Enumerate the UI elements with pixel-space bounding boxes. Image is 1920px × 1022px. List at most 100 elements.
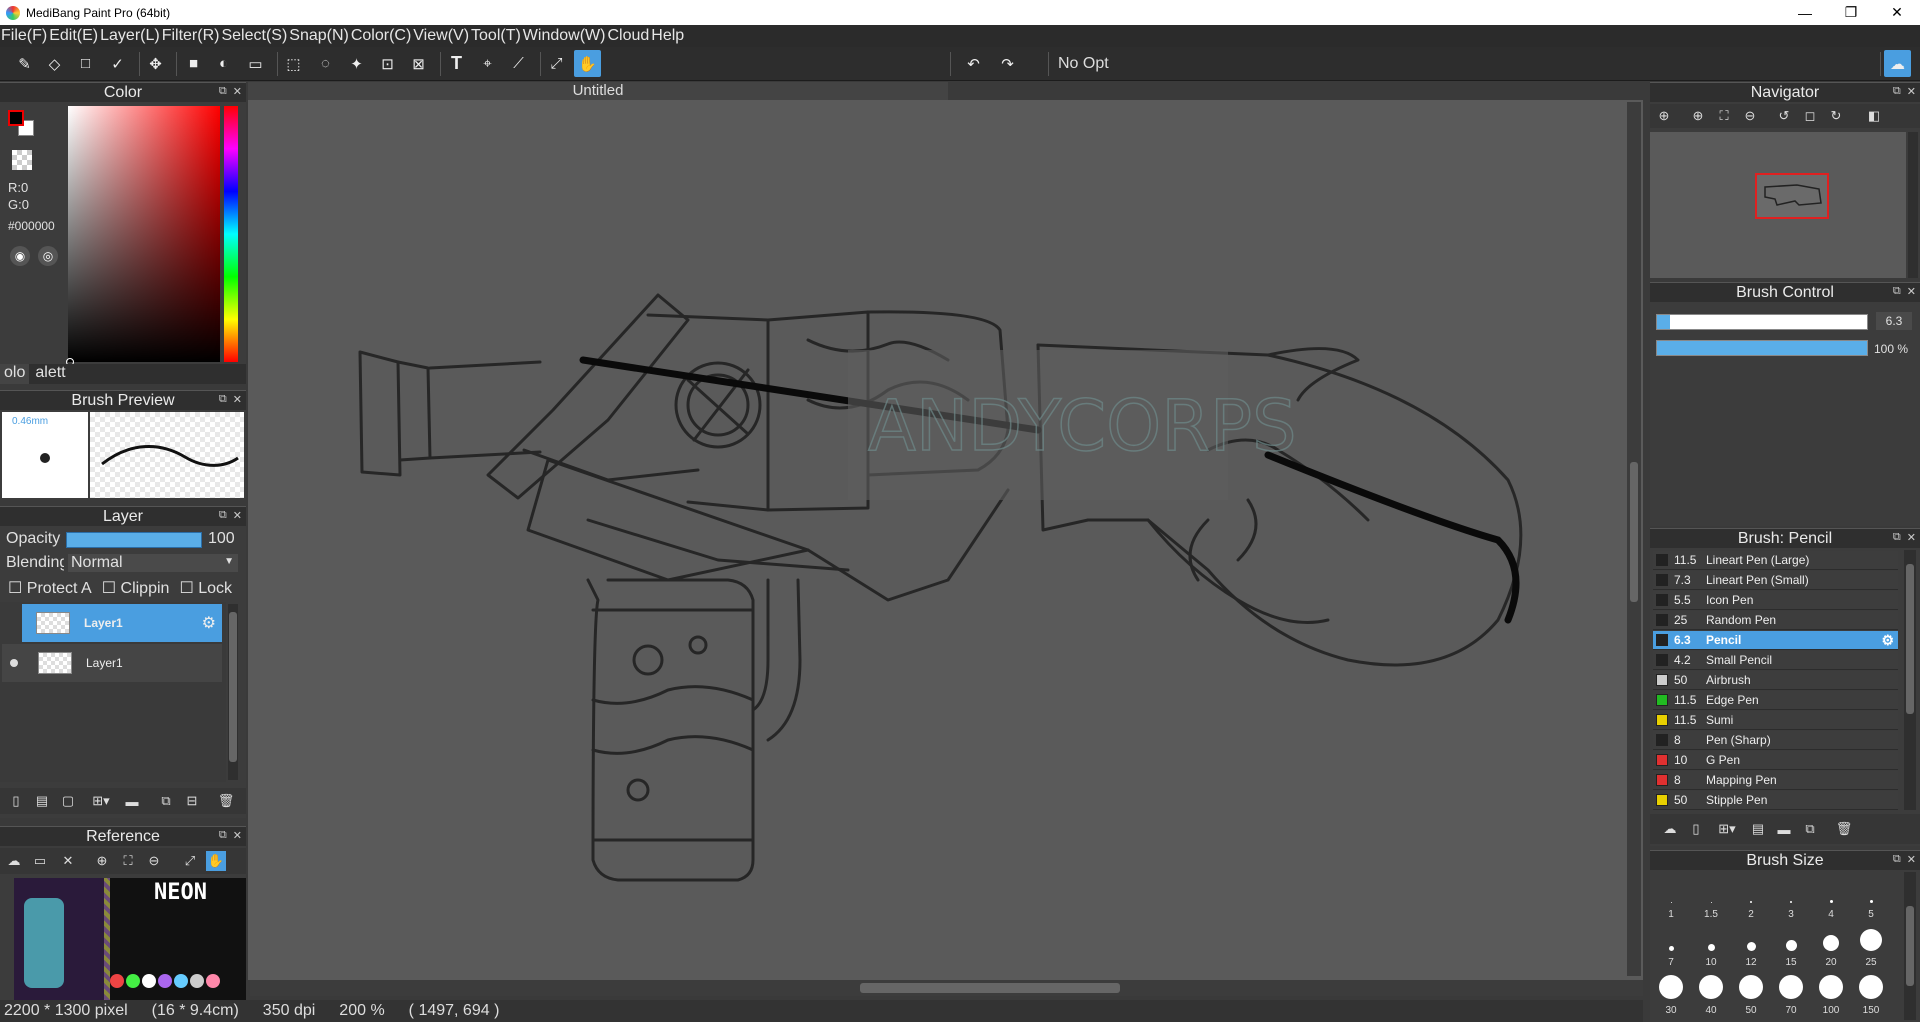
tab-color[interactable]: olo [0,364,30,384]
check-brush-icon[interactable]: ✓ [104,50,131,77]
menu-cloud[interactable]: Cloud [606,27,650,45]
menu-help[interactable]: Help [650,27,685,45]
brush-size-preset[interactable]: 3 [1772,874,1810,920]
brush-list-item[interactable]: 10 G Pen [1653,751,1898,770]
rotate-right-icon[interactable]: ↻ [1826,106,1846,126]
brush-size-preset[interactable]: 40 [1692,970,1730,1016]
menu-file[interactable]: File(F) [0,27,48,45]
menu-window[interactable]: Window(W) [522,27,607,45]
close-icon[interactable]: ✕ [233,393,242,406]
brush-list-item[interactable]: 8 Mapping Pen [1653,771,1898,790]
brush-tool-icon[interactable]: ✎ [11,50,38,77]
canvas-horizontal-scrollbar[interactable] [250,980,1643,996]
merge-layer-icon[interactable]: ⊟ [182,791,202,811]
select-pen-icon[interactable]: ⊡ [374,50,401,77]
menu-filter[interactable]: Filter(R) [161,27,221,45]
layer-scrollbar[interactable] [228,604,238,780]
brush-opacity-slider[interactable] [1656,340,1868,356]
brush-size-preset[interactable]: 1 [1652,874,1690,920]
menu-edit[interactable]: Edit(E) [48,27,99,45]
protect-alpha-checkbox[interactable]: ☐ Protect A [8,578,92,598]
reset-rotation-icon[interactable]: ◻ [1800,106,1820,126]
gear-icon[interactable]: ⚙ [202,613,216,633]
layer-row[interactable]: Layer1 [2,644,222,682]
undock-icon[interactable]: ⧉ [219,509,227,522]
brush-list-item[interactable]: 50 Airbrush [1653,671,1898,690]
zoom-in-icon[interactable]: ⊕ [1654,106,1674,126]
brush-list-item[interactable]: 11.5 Edge Pen [1653,691,1898,710]
divide-tool-icon[interactable]: ⟋ [505,50,532,77]
open-folder-icon[interactable]: ▭ [30,851,50,871]
menu-tool[interactable]: Tool(T) [470,27,522,45]
undock-icon[interactable]: ⧉ [1893,85,1901,98]
duplicate-layer-icon[interactable]: ⧉ [156,791,176,811]
clipping-checkbox[interactable]: ☐ Clippin [102,578,170,598]
navigator-viewport[interactable] [1755,173,1829,219]
hand-tool-icon[interactable]: ✋ [574,50,601,77]
menu-color[interactable]: Color(C) [350,27,412,45]
menu-snap[interactable]: Snap(N) [288,27,350,45]
cloud-icon[interactable]: ☁ [1884,50,1911,77]
reference-image[interactable]: NEON [14,878,246,1000]
hue-slider[interactable] [224,106,238,362]
eyedropper-icon[interactable]: ⤢ [180,851,200,871]
new-8bit-layer-icon[interactable]: ▢ [58,791,78,811]
visibility-icon[interactable] [10,659,18,667]
close-reference-icon[interactable]: ✕ [58,851,78,871]
drawing-canvas[interactable]: ANDYCORPS [248,100,1643,980]
flip-icon[interactable]: ◧ [1864,106,1884,126]
eyedropper-tool-icon[interactable]: ⤢ [543,50,570,77]
brush-size-preset[interactable]: 5 [1852,874,1890,920]
brush-settings-icon[interactable]: ▤ [1748,819,1768,839]
undock-icon[interactable]: ⧉ [1893,531,1901,544]
operation-tool-icon[interactable]: ⌖ [474,50,501,77]
brush-size-preset[interactable]: 7 [1652,922,1690,968]
brush-size-value[interactable]: 6.3 [1876,312,1912,330]
redo-icon[interactable]: ↷ [994,50,1021,77]
brush-size-preset[interactable]: 10 [1692,922,1730,968]
text-tool-icon[interactable]: T [443,50,470,77]
zoom-out-icon[interactable]: ⊖ [1740,106,1760,126]
layer-row-selected[interactable]: Layer1 ⚙ [22,604,222,642]
close-button[interactable]: ✕ [1874,0,1920,25]
canvas-vertical-scrollbar[interactable] [1627,102,1641,976]
brush-size-slider[interactable] [1656,314,1868,330]
brush-list-item[interactable]: 4.2 Small Pencil [1653,651,1898,670]
maximize-button[interactable]: ❐ [1828,0,1874,25]
transparent-swatch[interactable] [12,150,32,170]
brush-size-preset[interactable]: 100 [1812,970,1850,1016]
undock-icon[interactable]: ⧉ [1893,285,1901,298]
duplicate-brush-icon[interactable]: ⧉ [1800,819,1820,839]
magic-wand-icon[interactable]: ✦ [343,50,370,77]
menu-select[interactable]: Select(S) [220,27,288,45]
brush-size-preset[interactable]: 30 [1652,970,1690,1016]
menu-view[interactable]: View(V) [412,27,470,45]
zoom-out-icon[interactable]: ⊖ [144,851,164,871]
folder-icon[interactable]: ▬ [122,791,142,811]
close-icon[interactable]: ✕ [1907,531,1916,544]
undock-icon[interactable]: ⧉ [1893,853,1901,866]
close-icon[interactable]: ✕ [1907,853,1916,866]
navigator-preview[interactable] [1650,132,1906,278]
menu-layer[interactable]: Layer(L) [99,27,161,45]
document-tab[interactable]: Untitled [248,82,948,100]
brush-size-scrollbar[interactable] [1904,872,1916,1020]
brush-size-preset[interactable]: 50 [1732,970,1770,1016]
rect-select-icon[interactable]: ⬚ [280,50,307,77]
bucket-tool-icon[interactable]: ◐ [210,50,237,77]
primary-color-swatch[interactable] [8,110,24,126]
undock-icon[interactable]: ⧉ [219,829,227,842]
brush-size-preset[interactable]: 150 [1852,970,1890,1016]
brush-folder-icon[interactable]: ▬ [1774,819,1794,839]
close-icon[interactable]: ✕ [1907,85,1916,98]
close-icon[interactable]: ✕ [233,85,242,98]
brush-list-item[interactable]: 8 Pen (Sharp) [1653,731,1898,750]
cloud-brush-icon[interactable]: ☁ [1660,819,1680,839]
zoom-in-icon[interactable]: ⊕ [1688,106,1708,126]
fit-icon[interactable]: ⛶ [1714,106,1734,126]
brush-size-preset[interactable]: 70 [1772,970,1810,1016]
brush-size-preset[interactable]: 1.5 [1692,874,1730,920]
brush-list-item[interactable]: 11.5 Sumi [1653,711,1898,730]
add-brush-menu-icon[interactable]: ⊞▾ [1712,819,1742,839]
new-halftone-layer-icon[interactable]: ▤ [32,791,52,811]
